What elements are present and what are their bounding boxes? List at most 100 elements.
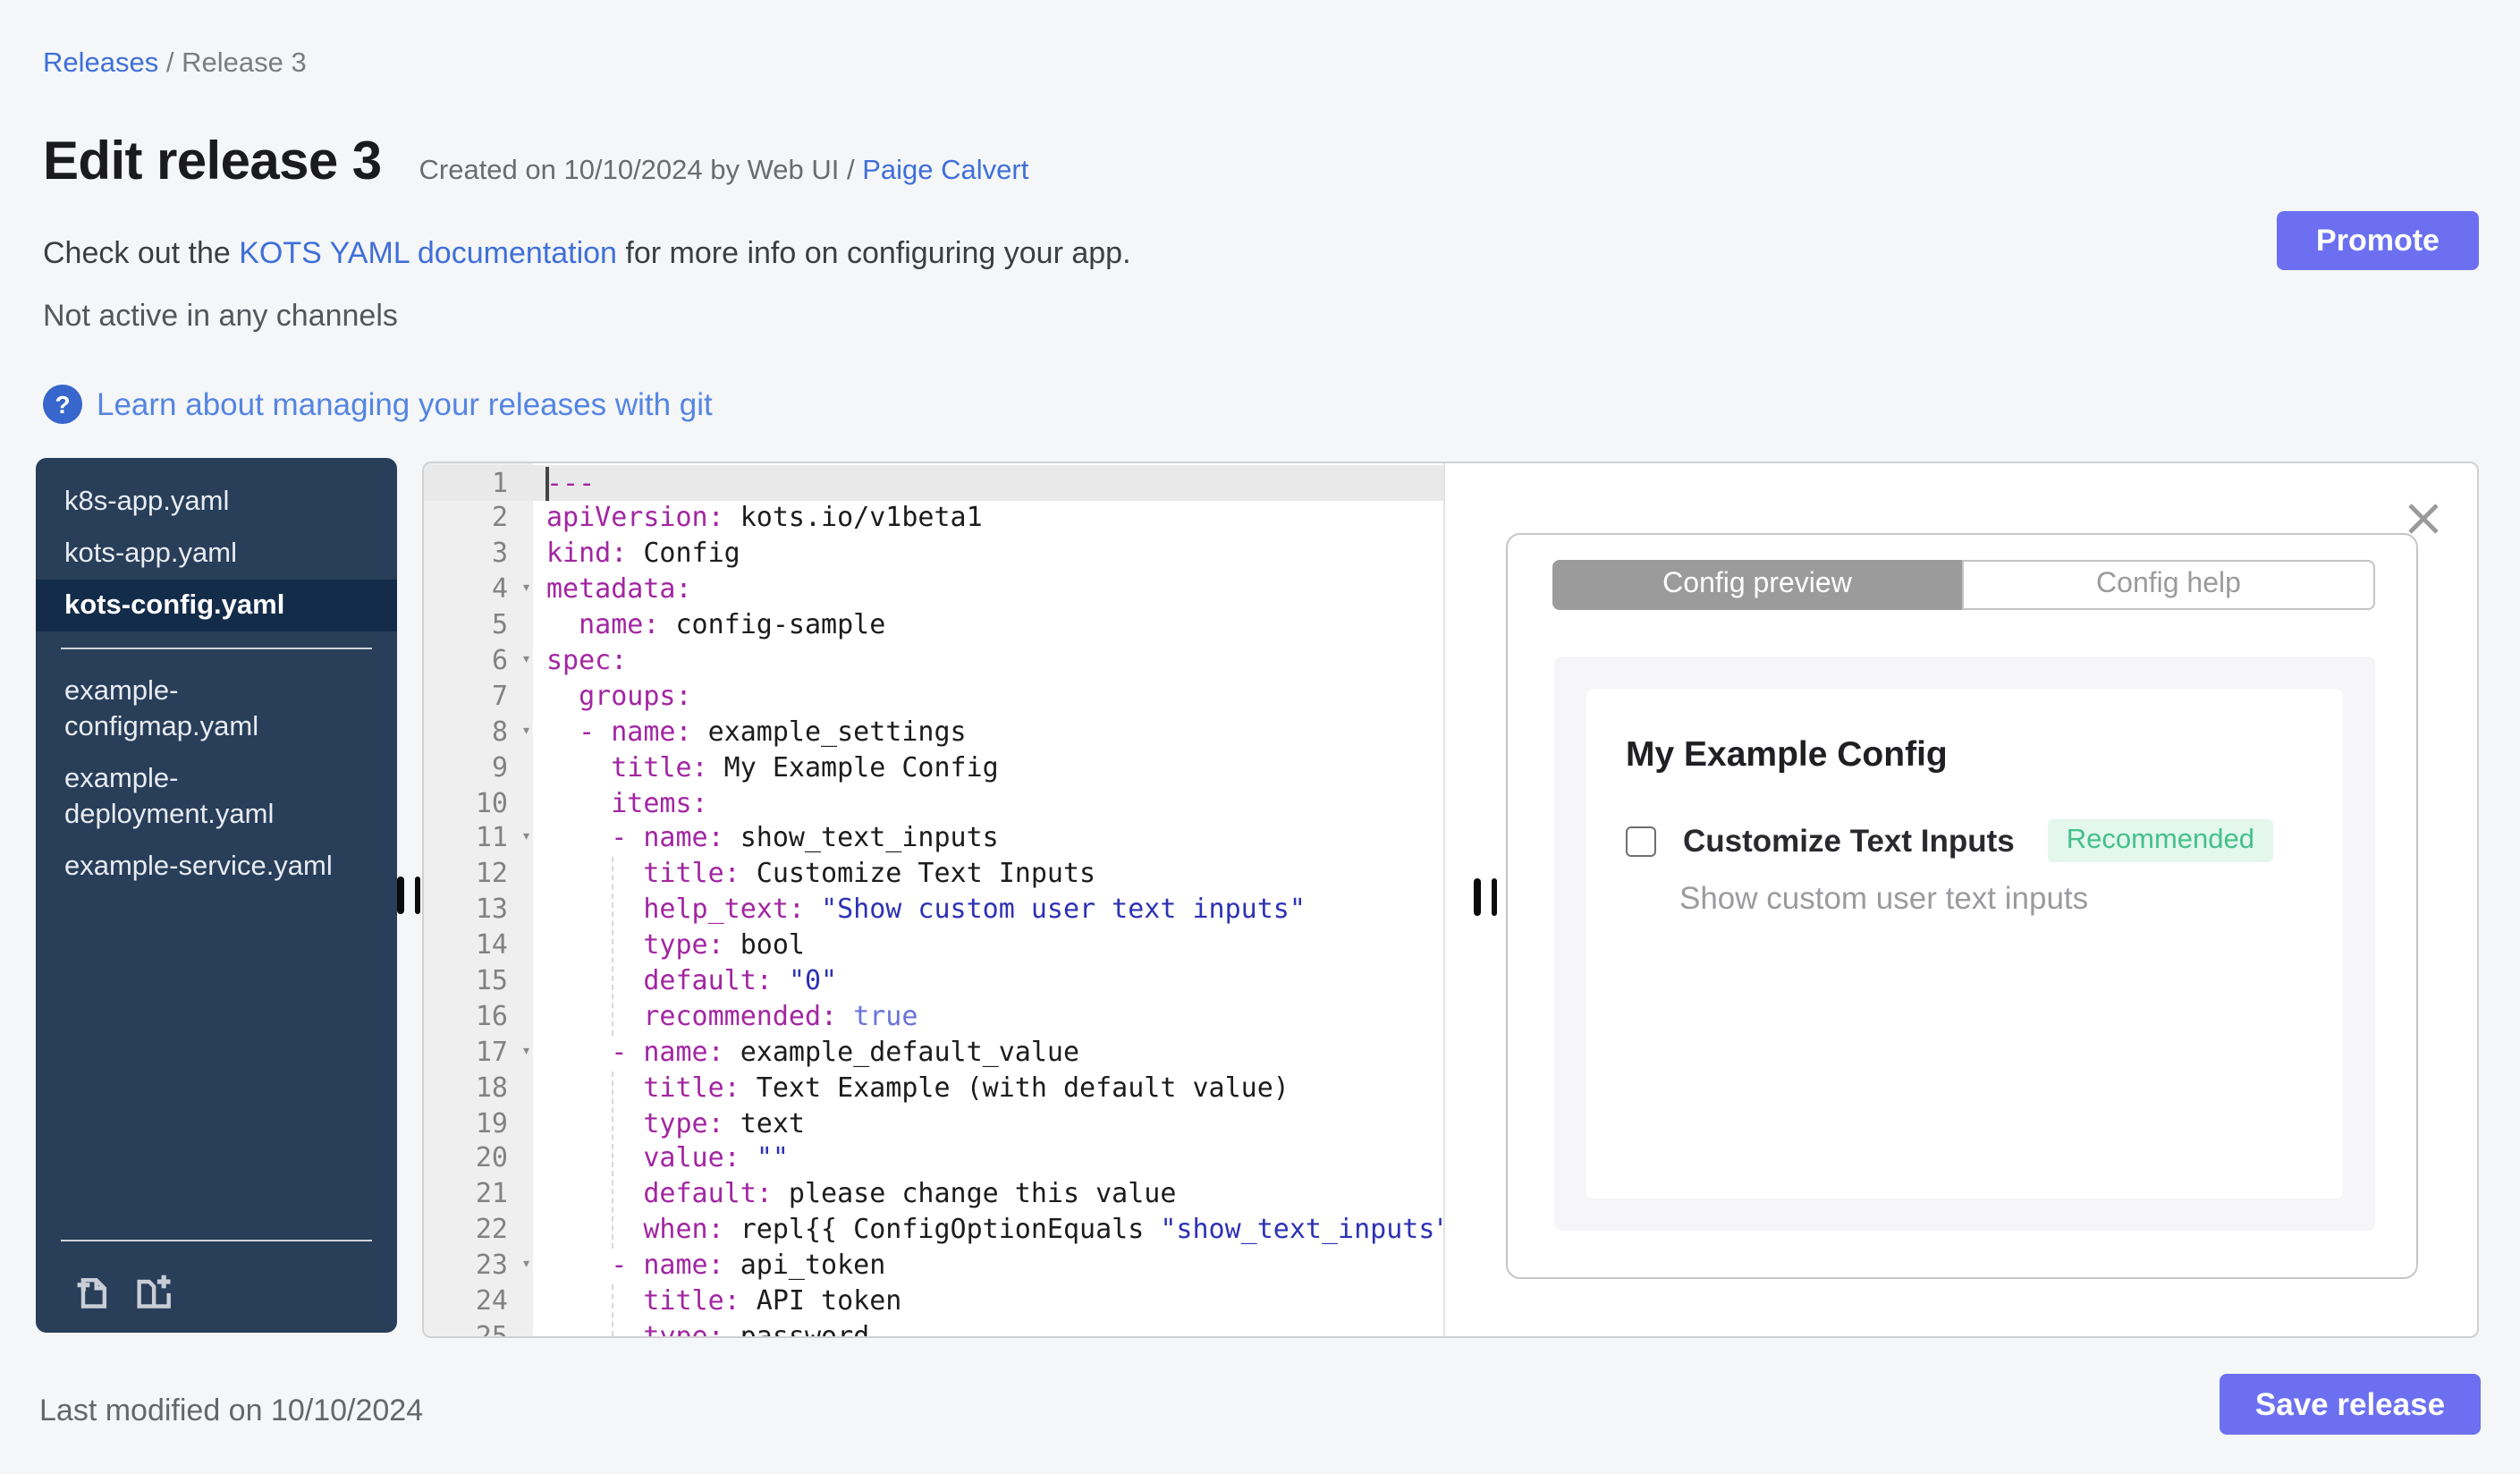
code-line: kind: Config <box>546 537 740 570</box>
docs-link[interactable]: KOTS YAML documentation <box>239 236 617 270</box>
line-number: 13 <box>475 893 508 926</box>
editor-code[interactable]: --- apiVersion: kots.io/v1beta1 kind: Conf… <box>546 466 1445 1336</box>
line-number: 15 <box>475 963 508 996</box>
recommended-badge: Recommended <box>2048 819 2272 862</box>
file-item-k8s-app.yaml[interactable]: k8s-app.yaml <box>36 476 397 528</box>
file-item-kots-app.yaml[interactable]: kots-app.yaml <box>36 528 397 580</box>
code-line: title: Customize Text Inputs <box>643 857 1096 890</box>
yaml-code-editor[interactable]: 1 2 3 4 ▾ 5 6 ▾ 7 8 ▾ 9 10 11 ▾ 12 13 14 15 16 17 ▾ 18 19 20 21 22… <box>424 463 1445 1336</box>
fold-caret-icon[interactable]: ▾ <box>521 1249 531 1284</box>
release-editor-card: 1 2 3 4 ▾ 5 6 ▾ 7 8 ▾ 9 10 11 ▾ 12 13 14 15 16 17 ▾ 18 19 20 21 22… <box>422 462 2479 1338</box>
docs-post: for more info on configuring your app. <box>616 236 1131 270</box>
file-item-kots-config.yaml[interactable]: kots-config.yaml <box>36 580 397 631</box>
line-number: 22 <box>475 1213 508 1246</box>
code-line: default: "0" <box>643 963 838 996</box>
created-meta: Created on 10/10/2024 by Web UI / Paige … <box>419 156 1029 188</box>
breadcrumb-separator: / <box>158 48 182 79</box>
file-item-example-service.yaml[interactable]: example-service.yaml <box>36 841 397 893</box>
line-number: 4 ▾ <box>424 572 533 608</box>
config-tabs: Config preview Config help <box>1552 560 2375 610</box>
promote-button[interactable]: Promote <box>2277 211 2479 270</box>
config-preview-area: My Example Config Customize Text Inputs … <box>1554 657 2375 1231</box>
text-cursor <box>545 467 548 500</box>
file-list: k8s-app.yaml kots-app.yaml kots-config.yam… <box>36 458 397 893</box>
line-number: 16 <box>475 999 508 1032</box>
line-number: 10 <box>475 786 508 819</box>
created-prefix: Created on 10/10/2024 by Web UI / <box>419 156 863 186</box>
docs-pre: Check out the <box>43 236 240 270</box>
line-number: 9 <box>491 750 508 784</box>
config-item-label: Customize Text Inputs <box>1683 822 2015 858</box>
channel-status: Not active in any channels <box>43 299 398 333</box>
code-line: - name: api_token <box>611 1249 886 1282</box>
code-line: spec: <box>546 643 628 676</box>
file-item-example-configmap.yaml[interactable]: example-configmap.yaml <box>36 665 397 753</box>
line-number: 21 <box>475 1177 508 1210</box>
sidebar-divider <box>61 1240 372 1241</box>
line-number: 14 <box>475 928 508 961</box>
config-item-help: Show custom user text inputs <box>1679 880 2089 916</box>
line-number: 20 <box>475 1141 508 1174</box>
new-folder-icon[interactable] <box>134 1272 177 1311</box>
fold-caret-icon[interactable]: ▾ <box>521 644 531 680</box>
code-line: - name: example_settings <box>579 715 967 748</box>
code-line: when: repl{{ ConfigOptionEquals "show_te… <box>643 1213 1445 1246</box>
code-line: help_text: "Show custom user text inputs… <box>643 893 1306 926</box>
line-number: 18 <box>475 1071 508 1104</box>
line-number: 19 <box>475 1106 508 1139</box>
sidebar-resize-handle[interactable] <box>397 877 420 914</box>
file-item-example-deployment.yaml[interactable]: example-deployment.yaml <box>36 753 397 841</box>
line-number: 2 <box>491 501 508 534</box>
indent-guide <box>611 857 613 1036</box>
breadcrumb-releases-link[interactable]: Releases <box>43 48 158 79</box>
page: Releases / Release 3 Edit release 3 Crea… <box>0 0 2520 1474</box>
line-number: 6 ▾ <box>424 644 533 680</box>
editor-resize-handle[interactable] <box>1474 878 1497 916</box>
file-list-divider <box>61 648 372 649</box>
code-line: title: API token <box>643 1283 902 1317</box>
line-number: 25 <box>475 1319 508 1336</box>
indent-guide <box>611 1284 613 1336</box>
breadcrumb: Releases / Release 3 <box>43 48 307 80</box>
code-line: items: <box>611 786 708 819</box>
sidebar-bottom <box>36 1224 397 1322</box>
fold-caret-icon[interactable]: ▾ <box>521 1036 531 1072</box>
code-line: - name: example_default_value <box>611 1035 1080 1068</box>
tab-config-preview[interactable]: Config preview <box>1552 560 1962 610</box>
editor-gutter: 1 2 3 4 ▾ 5 6 ▾ 7 8 ▾ 9 10 11 ▾ 12 13 14 15 16 17 ▾ 18 19 20 21 22… <box>424 466 533 1336</box>
code-line: title: My Example Config <box>611 750 999 784</box>
code-line: name: config-sample <box>579 608 886 641</box>
code-line: type: password <box>643 1319 870 1336</box>
tab-config-help[interactable]: Config help <box>1962 560 2375 610</box>
line-number: 17 ▾ <box>424 1036 533 1072</box>
code-line: value: "" <box>643 1141 789 1174</box>
line-number: 8 ▾ <box>424 715 533 750</box>
created-by-link[interactable]: Paige Calvert <box>862 156 1028 186</box>
fold-caret-icon[interactable]: ▾ <box>521 822 531 858</box>
code-line: metadata: <box>546 572 692 606</box>
config-item-row: Customize Text Inputs Recommended <box>1626 819 2304 862</box>
fold-caret-icon[interactable]: ▾ <box>521 572 531 608</box>
page-title: Edit release 3 <box>43 132 382 191</box>
line-number: 24 <box>475 1283 508 1317</box>
fold-caret-icon[interactable]: ▾ <box>521 715 531 750</box>
code-line: recommended: true <box>643 999 918 1032</box>
code-line: type: text <box>643 1106 805 1139</box>
indent-guide <box>611 1071 613 1250</box>
config-item-checkbox[interactable] <box>1626 826 1656 856</box>
line-number: 3 <box>491 537 508 570</box>
config-preview-panel: Config preview Config help My Example Con… <box>1506 533 2418 1279</box>
line-number: 12 <box>475 857 508 890</box>
help-icon[interactable]: ? <box>43 385 82 424</box>
git-help-line: ? Learn about managing your releases wit… <box>43 385 713 424</box>
line-number: 7 <box>491 679 508 712</box>
save-release-button[interactable]: Save release <box>2220 1374 2481 1435</box>
code-line: --- <box>546 466 596 498</box>
config-group-title: My Example Config <box>1626 735 1948 775</box>
git-docs-link[interactable]: Learn about managing your releases with … <box>97 385 713 423</box>
last-modified: Last modified on 10/10/2024 <box>39 1394 424 1427</box>
close-icon[interactable] <box>2406 501 2441 537</box>
code-line: default: please change this value <box>643 1177 1177 1210</box>
new-file-icon[interactable] <box>73 1272 113 1311</box>
code-line: apiVersion: kots.io/v1beta1 <box>546 501 983 534</box>
